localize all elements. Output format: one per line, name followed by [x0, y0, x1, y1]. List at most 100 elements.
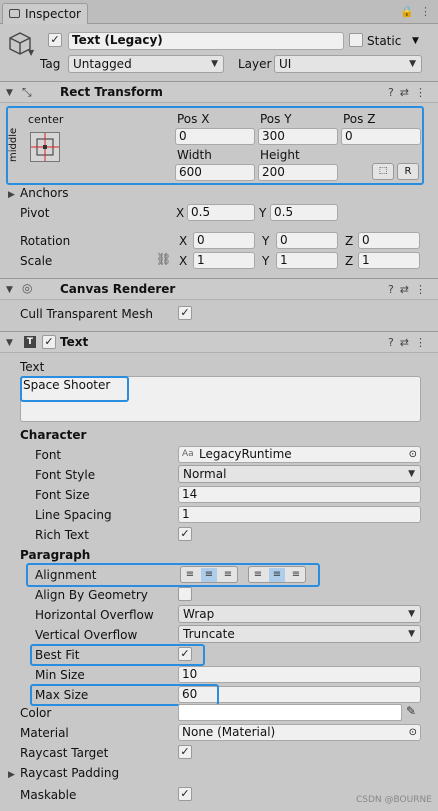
tag-value: Untagged [73, 57, 132, 71]
constrain-link-icon[interactable]: ⛓ [156, 252, 171, 266]
scale-x-field[interactable]: 1 [193, 252, 255, 269]
active-checkbox[interactable]: ✓ [48, 33, 62, 47]
text-component-icon: T [24, 336, 36, 348]
chevron-down-icon: ▼ [408, 469, 415, 479]
rotation-label: Rotation [20, 234, 71, 248]
rect-transform-header[interactable]: ▼ ⤡ Rect Transform ?⇄⋮ [0, 81, 438, 103]
highlight-best-fit [30, 644, 205, 666]
rot-z-label: Z [345, 234, 354, 248]
canvas-renderer-icon: ◎ [22, 281, 33, 295]
material-field[interactable]: None (Material) ⊙ [178, 724, 421, 741]
rich-text-checkbox[interactable]: ✓ [178, 527, 192, 541]
cull-label: Cull Transparent Mesh [20, 307, 153, 321]
inspector-icon [9, 9, 20, 18]
menu-icon[interactable]: ⋮ [420, 5, 431, 18]
raycast-target-checkbox[interactable]: ✓ [178, 745, 192, 759]
font-field[interactable]: Aa LegacyRuntime ⊙ [178, 446, 421, 463]
font-size-label: Font Size [35, 488, 90, 502]
text-component-header[interactable]: ▼ T ✓ Text ?⇄⋮ [0, 331, 438, 353]
rot-y-field[interactable]: 0 [276, 232, 338, 249]
icon-dropdown-icon[interactable]: ▼ [28, 48, 34, 57]
color-swatch[interactable] [178, 704, 402, 721]
lock-icon[interactable]: 🔒 [400, 5, 414, 18]
static-dropdown-icon[interactable]: ▼ [412, 36, 419, 46]
highlight-rect-box [6, 106, 424, 185]
pivot-y-label: Y [259, 206, 267, 220]
raycast-padding-fold-icon[interactable]: ▶ [8, 770, 15, 780]
align-geometry-label: Align By Geometry [35, 588, 148, 602]
material-label: Material [20, 726, 69, 740]
scale-z-label: Z [345, 254, 354, 268]
component-title: Text [60, 335, 89, 349]
fold-arrow-icon[interactable]: ▼ [6, 338, 13, 348]
h-overflow-dropdown[interactable]: Wrap ▼ [178, 605, 421, 623]
rot-x-label: X [179, 234, 188, 248]
component-actions[interactable]: ?⇄⋮ [388, 283, 432, 296]
paragraph-heading: Paragraph [20, 548, 91, 562]
font-style-label: Font Style [35, 468, 96, 482]
static-checkbox[interactable] [349, 33, 363, 47]
component-title: Canvas Renderer [60, 282, 176, 296]
rich-text-label: Rich Text [35, 528, 89, 542]
scale-x-label: X [179, 254, 188, 268]
align-geometry-checkbox[interactable] [178, 587, 192, 601]
line-spacing-field[interactable]: 1 [178, 506, 421, 523]
object-picker-icon[interactable]: ⊙ [409, 447, 417, 462]
maskable-checkbox[interactable]: ✓ [178, 787, 192, 801]
h-overflow-label: Horizontal Overflow [35, 608, 154, 622]
layer-dropdown[interactable]: UI ▼ [274, 55, 422, 73]
watermark: CSDN @BOURNE [356, 795, 432, 805]
maskable-label: Maskable [20, 788, 77, 802]
tab-inspector[interactable]: Inspector [2, 3, 88, 24]
fold-arrow-icon[interactable]: ▼ [6, 88, 13, 98]
highlight-max-size [30, 684, 219, 706]
pivot-x-label: X [176, 206, 185, 220]
h-overflow-value: Wrap [183, 607, 215, 621]
character-heading: Character [20, 428, 87, 442]
object-picker-icon[interactable]: ⊙ [409, 725, 417, 740]
rect-transform-icon: ⤡ [22, 85, 32, 99]
anchors-label[interactable]: Anchors [20, 186, 69, 200]
min-size-label: Min Size [35, 668, 85, 682]
gameobject-name-field[interactable]: Text (Legacy) [68, 32, 344, 50]
rot-x-field[interactable]: 0 [193, 232, 255, 249]
pivot-y-field[interactable]: 0.5 [270, 204, 338, 221]
scale-y-field[interactable]: 1 [276, 252, 338, 269]
font-style-dropdown[interactable]: Normal ▼ [178, 465, 421, 483]
font-style-value: Normal [183, 467, 227, 481]
tag-dropdown[interactable]: Untagged ▼ [68, 55, 224, 73]
layer-value: UI [279, 57, 292, 71]
min-size-field[interactable]: 10 [178, 666, 421, 683]
v-overflow-dropdown[interactable]: Truncate ▼ [178, 625, 421, 643]
component-actions[interactable]: ?⇄⋮ [388, 336, 432, 349]
tab-bar: Inspector 🔒 ⋮ [0, 0, 438, 24]
canvas-renderer-header[interactable]: ▼ ◎ Canvas Renderer ?⇄⋮ [0, 278, 438, 300]
static-label: Static [367, 34, 402, 48]
fold-arrow-icon[interactable]: ▼ [6, 285, 13, 295]
chevron-down-icon: ▼ [211, 59, 218, 69]
highlight-text-value [20, 376, 129, 402]
chevron-down-icon: ▼ [409, 59, 416, 69]
tag-label: Tag [40, 57, 61, 71]
anchors-fold-icon[interactable]: ▶ [8, 190, 15, 200]
component-actions[interactable]: ?⇄⋮ [388, 86, 432, 99]
v-overflow-value: Truncate [183, 627, 235, 641]
raycast-padding-label[interactable]: Raycast Padding [20, 766, 119, 780]
rot-z-field[interactable]: 0 [358, 232, 420, 249]
font-size-field[interactable]: 14 [178, 486, 421, 503]
tab-title: Inspector [25, 7, 81, 21]
line-spacing-label: Line Spacing [35, 508, 112, 522]
pivot-x-field[interactable]: 0.5 [187, 204, 255, 221]
material-value: None (Material) [182, 725, 276, 739]
v-overflow-label: Vertical Overflow [35, 628, 138, 642]
raycast-target-label: Raycast Target [20, 746, 109, 760]
eyedropper-icon[interactable]: ✎ [406, 704, 416, 718]
scale-y-label: Y [262, 254, 270, 268]
rot-y-label: Y [262, 234, 270, 248]
pivot-label: Pivot [20, 206, 50, 220]
font-asset-icon: Aa [182, 449, 194, 459]
text-enabled-checkbox[interactable]: ✓ [42, 335, 56, 349]
scale-z-field[interactable]: 1 [358, 252, 420, 269]
scale-label: Scale [20, 254, 53, 268]
cull-checkbox[interactable]: ✓ [178, 306, 192, 320]
